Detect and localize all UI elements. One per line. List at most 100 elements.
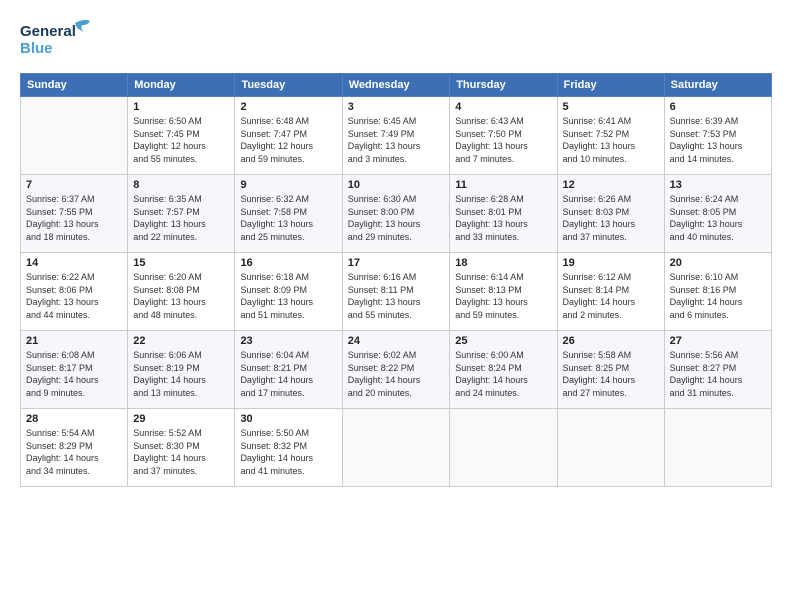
calendar-cell: 26 Sunrise: 5:58 AMSunset: 8:25 PMDayligh… — [557, 331, 664, 409]
header-thursday: Thursday — [450, 74, 557, 97]
calendar-cell: 24 Sunrise: 6:02 AMSunset: 8:22 PMDayligh… — [342, 331, 450, 409]
day-info: Sunrise: 6:00 AMSunset: 8:24 PMDaylight:… — [455, 349, 551, 399]
header-monday: Monday — [128, 74, 235, 97]
day-info: Sunrise: 6:18 AMSunset: 8:09 PMDaylight:… — [240, 271, 336, 321]
calendar-cell: 23 Sunrise: 6:04 AMSunset: 8:21 PMDayligh… — [235, 331, 342, 409]
day-number: 29 — [133, 413, 229, 425]
day-info: Sunrise: 5:58 AMSunset: 8:25 PMDaylight:… — [563, 349, 659, 399]
day-info: Sunrise: 6:24 AMSunset: 8:05 PMDaylight:… — [670, 193, 766, 243]
calendar-cell — [664, 409, 771, 487]
calendar-table: SundayMondayTuesdayWednesdayThursdayFrid… — [20, 73, 772, 487]
calendar-cell: 20Sunrise: 6:10 AMSunset: 8:16 PMDayligh… — [664, 253, 771, 331]
calendar-week-row: 14Sunrise: 6:22 AMSunset: 8:06 PMDayligh… — [21, 253, 772, 331]
day-number: 17 — [348, 257, 445, 269]
day-info: Sunrise: 5:56 AMSunset: 8:27 PMDaylight:… — [670, 349, 766, 399]
calendar-cell: 3Sunrise: 6:45 AMSunset: 7:49 PMDaylight… — [342, 97, 450, 175]
calendar-week-row: 1 Sunrise: 6:50 AMSunset: 7:45 PMDaylight… — [21, 97, 772, 175]
calendar-cell: 9Sunrise: 6:32 AMSunset: 7:58 PMDaylight… — [235, 175, 342, 253]
header: GeneralBlue — [20, 18, 772, 63]
day-info: Sunrise: 6:50 AMSunset: 7:45 PMDaylight:… — [133, 115, 229, 165]
day-info: Sunrise: 5:54 AMSunset: 8:29 PMDaylight:… — [26, 427, 122, 477]
day-number: 24 — [348, 335, 445, 347]
calendar-cell: 10Sunrise: 6:30 AMSunset: 8:00 PMDayligh… — [342, 175, 450, 253]
calendar-week-row: 28 Sunrise: 5:54 AMSunset: 8:29 PMDayligh… — [21, 409, 772, 487]
calendar-cell: 6 Sunrise: 6:39 AMSunset: 7:53 PMDaylight… — [664, 97, 771, 175]
calendar-cell: 19 Sunrise: 6:12 AMSunset: 8:14 PMDayligh… — [557, 253, 664, 331]
day-number: 14 — [26, 257, 122, 269]
header-sunday: Sunday — [21, 74, 128, 97]
day-number: 11 — [455, 179, 551, 191]
day-number: 21 — [26, 335, 122, 347]
svg-text:General: General — [20, 23, 76, 40]
day-number: 26 — [563, 335, 659, 347]
day-info: Sunrise: 6:02 AMSunset: 8:22 PMDaylight:… — [348, 349, 445, 399]
day-number: 8 — [133, 179, 229, 191]
calendar-cell: 11 Sunrise: 6:28 AMSunset: 8:01 PMDayligh… — [450, 175, 557, 253]
calendar-cell — [557, 409, 664, 487]
day-info: Sunrise: 6:43 AMSunset: 7:50 PMDaylight:… — [455, 115, 551, 165]
day-number: 27 — [670, 335, 766, 347]
calendar-cell: 5 Sunrise: 6:41 AMSunset: 7:52 PMDaylight… — [557, 97, 664, 175]
logo-svg: GeneralBlue — [20, 18, 95, 63]
day-number: 6 — [670, 101, 766, 113]
calendar-cell — [342, 409, 450, 487]
day-info: Sunrise: 6:20 AMSunset: 8:08 PMDaylight:… — [133, 271, 229, 321]
day-number: 23 — [240, 335, 336, 347]
calendar-cell: 28 Sunrise: 5:54 AMSunset: 8:29 PMDayligh… — [21, 409, 128, 487]
calendar-week-row: 21 Sunrise: 6:08 AMSunset: 8:17 PMDayligh… — [21, 331, 772, 409]
day-info: Sunrise: 6:16 AMSunset: 8:11 PMDaylight:… — [348, 271, 445, 321]
day-number: 18 — [455, 257, 551, 269]
calendar-cell: 15 Sunrise: 6:20 AMSunset: 8:08 PMDayligh… — [128, 253, 235, 331]
day-info: Sunrise: 6:08 AMSunset: 8:17 PMDaylight:… — [26, 349, 122, 399]
header-saturday: Saturday — [664, 74, 771, 97]
day-info: Sunrise: 6:06 AMSunset: 8:19 PMDaylight:… — [133, 349, 229, 399]
day-number: 9 — [240, 179, 336, 191]
day-number: 5 — [563, 101, 659, 113]
day-number: 15 — [133, 257, 229, 269]
day-number: 2 — [240, 101, 336, 113]
day-number: 19 — [563, 257, 659, 269]
calendar-cell — [450, 409, 557, 487]
day-number: 13 — [670, 179, 766, 191]
day-number: 1 — [133, 101, 229, 113]
day-info: Sunrise: 6:41 AMSunset: 7:52 PMDaylight:… — [563, 115, 659, 165]
calendar-cell — [21, 97, 128, 175]
calendar-cell: 2 Sunrise: 6:48 AMSunset: 7:47 PMDaylight… — [235, 97, 342, 175]
day-number: 25 — [455, 335, 551, 347]
day-number: 16 — [240, 257, 336, 269]
header-wednesday: Wednesday — [342, 74, 450, 97]
day-number: 7 — [26, 179, 122, 191]
day-info: Sunrise: 6:12 AMSunset: 8:14 PMDaylight:… — [563, 271, 659, 321]
calendar-cell: 27 Sunrise: 5:56 AMSunset: 8:27 PMDayligh… — [664, 331, 771, 409]
day-info: Sunrise: 6:14 AMSunset: 8:13 PMDaylight:… — [455, 271, 551, 321]
day-number: 22 — [133, 335, 229, 347]
day-info: Sunrise: 6:35 AMSunset: 7:57 PMDaylight:… — [133, 193, 229, 243]
day-info: Sunrise: 6:37 AMSunset: 7:55 PMDaylight:… — [26, 193, 122, 243]
day-number: 12 — [563, 179, 659, 191]
calendar-cell: 22 Sunrise: 6:06 AMSunset: 8:19 PMDayligh… — [128, 331, 235, 409]
calendar-cell: 16 Sunrise: 6:18 AMSunset: 8:09 PMDayligh… — [235, 253, 342, 331]
header-friday: Friday — [557, 74, 664, 97]
calendar-cell: 13 Sunrise: 6:24 AMSunset: 8:05 PMDayligh… — [664, 175, 771, 253]
logo: GeneralBlue — [20, 18, 95, 63]
day-info: Sunrise: 6:04 AMSunset: 8:21 PMDaylight:… — [240, 349, 336, 399]
calendar-cell: 1 Sunrise: 6:50 AMSunset: 7:45 PMDaylight… — [128, 97, 235, 175]
day-number: 28 — [26, 413, 122, 425]
day-info: Sunrise: 6:26 AMSunset: 8:03 PMDaylight:… — [563, 193, 659, 243]
day-number: 10 — [348, 179, 445, 191]
calendar-cell: 14Sunrise: 6:22 AMSunset: 8:06 PMDayligh… — [21, 253, 128, 331]
day-number: 30 — [240, 413, 336, 425]
calendar-cell: 18 Sunrise: 6:14 AMSunset: 8:13 PMDayligh… — [450, 253, 557, 331]
day-info: Sunrise: 6:39 AMSunset: 7:53 PMDaylight:… — [670, 115, 766, 165]
day-number: 3 — [348, 101, 445, 113]
calendar-cell: 12 Sunrise: 6:26 AMSunset: 8:03 PMDayligh… — [557, 175, 664, 253]
calendar-cell: 30Sunrise: 5:50 AMSunset: 8:32 PMDayligh… — [235, 409, 342, 487]
header-tuesday: Tuesday — [235, 74, 342, 97]
calendar-cell: 7 Sunrise: 6:37 AMSunset: 7:55 PMDaylight… — [21, 175, 128, 253]
day-info: Sunrise: 6:28 AMSunset: 8:01 PMDaylight:… — [455, 193, 551, 243]
calendar-week-row: 7 Sunrise: 6:37 AMSunset: 7:55 PMDaylight… — [21, 175, 772, 253]
day-number: 20 — [670, 257, 766, 269]
day-info: Sunrise: 6:48 AMSunset: 7:47 PMDaylight:… — [240, 115, 336, 165]
page: GeneralBlue SundayMondayTuesdayWednesday… — [0, 0, 792, 612]
svg-text:Blue: Blue — [20, 40, 53, 57]
